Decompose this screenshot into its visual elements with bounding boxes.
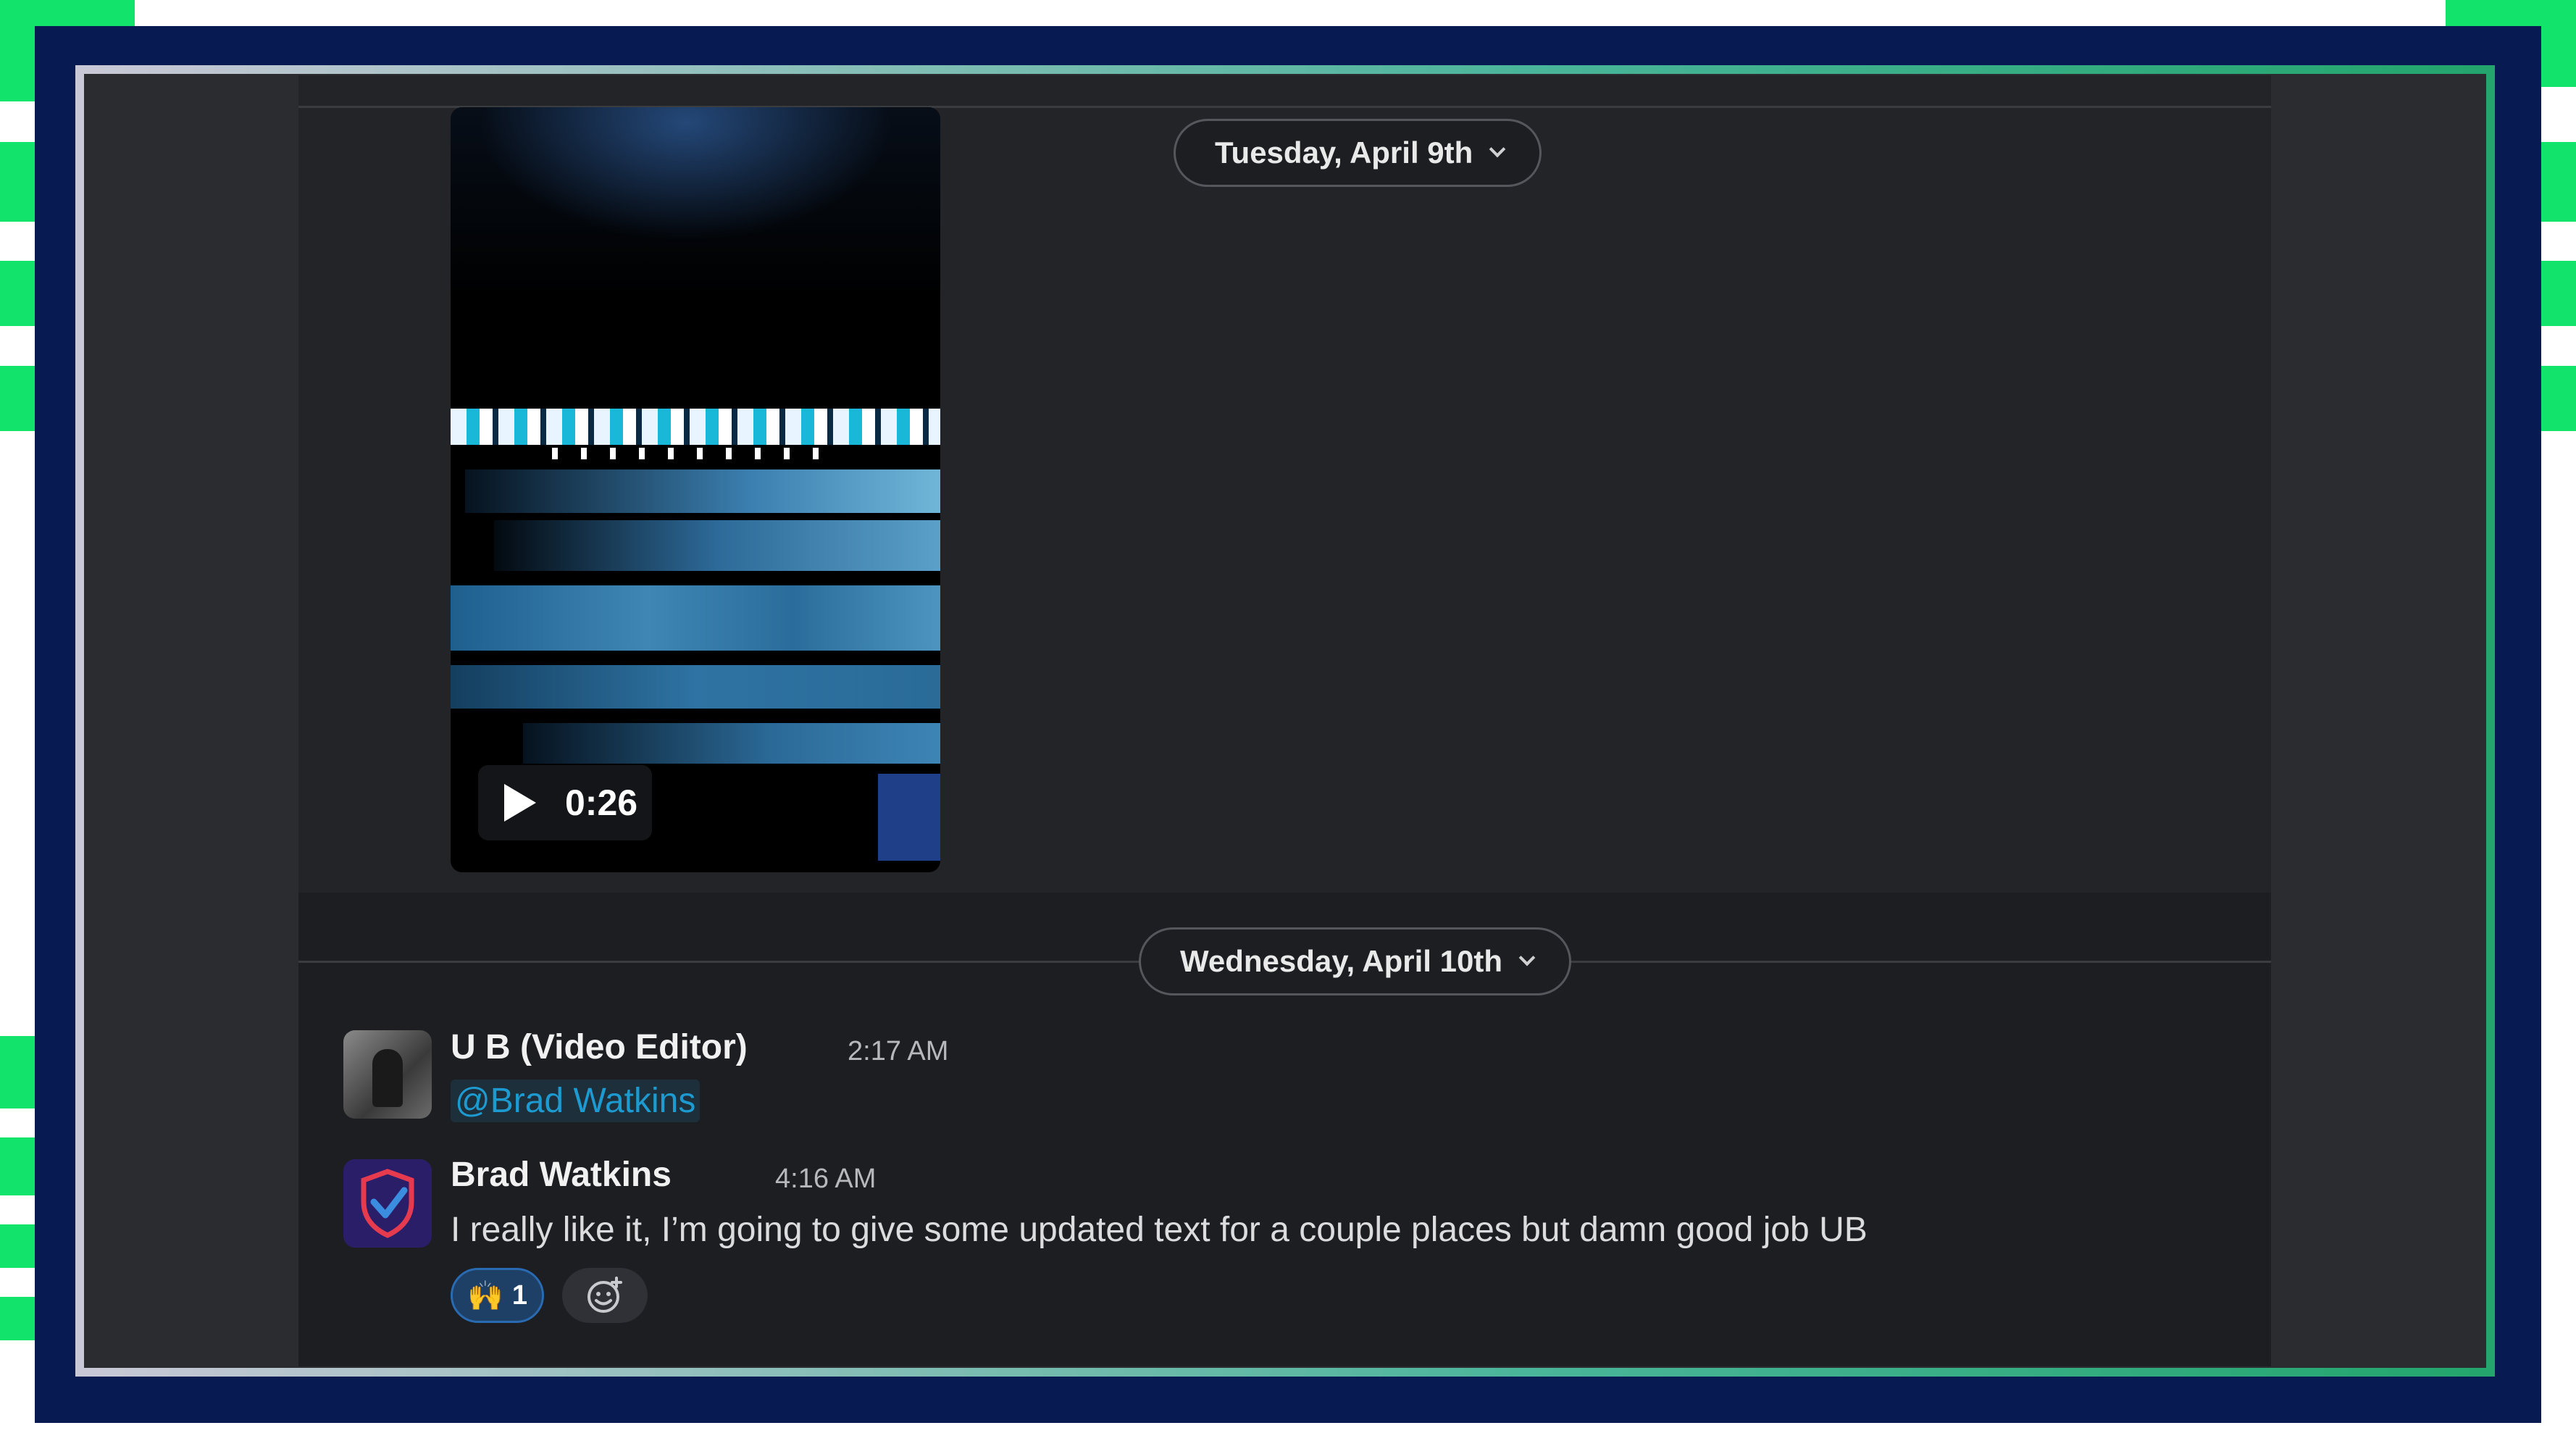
decor-block: [0, 261, 35, 326]
video-glitch: [451, 665, 940, 709]
video-glitch: [451, 409, 940, 445]
decor-block: [2541, 261, 2576, 326]
chevron-down-icon: [1518, 949, 1536, 966]
message-pane: 0:26 Tuesday, April 9th Wednesday, April…: [298, 75, 2271, 1366]
decor-block: [0, 1297, 35, 1340]
add-reaction-button[interactable]: [562, 1268, 648, 1323]
video-glitch: [523, 723, 940, 764]
decor-block: [0, 142, 35, 222]
video-duration: 0:26: [565, 782, 638, 823]
message-author[interactable]: U B (Video Editor): [451, 1027, 748, 1067]
add-reaction-icon: [587, 1277, 622, 1313]
date-label: Tuesday, April 9th: [1215, 135, 1473, 170]
avatar-figure: [372, 1049, 403, 1107]
decor-block: [2541, 0, 2576, 87]
decor-block: [0, 1224, 35, 1268]
raised-hands-icon: 🙌: [467, 1279, 503, 1312]
date-divider-button[interactable]: Wednesday, April 10th: [1139, 927, 1571, 995]
decor-block: [2541, 142, 2576, 222]
chevron-down-icon: [1489, 141, 1506, 158]
video-glitch: [465, 469, 940, 513]
decor-block: [2541, 366, 2576, 431]
user-mention[interactable]: @Brad Watkins: [451, 1080, 701, 1122]
video-attachment[interactable]: 0:26: [451, 107, 940, 872]
decor-block: [0, 0, 35, 101]
reaction-count: 1: [511, 1279, 527, 1311]
message-timestamp[interactable]: 4:16 AM: [775, 1164, 876, 1195]
avatar[interactable]: [343, 1159, 432, 1248]
video-glitch: [878, 774, 940, 861]
decor-block: [0, 1036, 35, 1108]
avatar[interactable]: [343, 1030, 432, 1119]
play-icon: [504, 784, 536, 822]
message-author[interactable]: Brad Watkins: [451, 1155, 672, 1195]
video-glitch: [451, 585, 940, 651]
video-play-control[interactable]: 0:26: [478, 765, 652, 840]
shield-check-icon: [361, 1169, 414, 1238]
date-divider-button[interactable]: Tuesday, April 9th: [1174, 119, 1542, 187]
decor-block: [0, 366, 35, 431]
screen: 0:26 Tuesday, April 9th Wednesday, April…: [85, 75, 2485, 1366]
message-text: I really like it, I’m going to give some…: [451, 1211, 1868, 1249]
date-label: Wednesday, April 10th: [1180, 944, 1502, 978]
video-glitch: [494, 520, 940, 571]
reaction-pill[interactable]: 🙌 1: [451, 1268, 544, 1323]
decor-block: [0, 1137, 35, 1195]
video-glitch: [552, 448, 842, 459]
message-timestamp[interactable]: 2:17 AM: [848, 1036, 948, 1067]
